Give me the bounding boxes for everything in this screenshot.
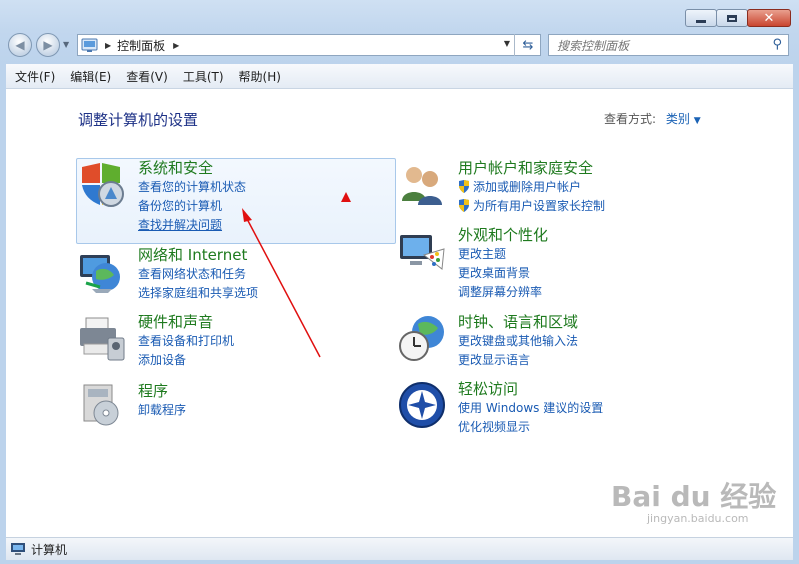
control-panel-content: 调整计算机的设置 查看方式: 类别 ▼ 系统和安全 查看您的计算机状态 备份您的… xyxy=(6,89,793,537)
search-input[interactable] xyxy=(555,36,759,56)
search-box[interactable]: ⚲ xyxy=(548,34,789,56)
back-button[interactable]: ◀ xyxy=(8,33,32,57)
status-bar: 计算机 xyxy=(6,537,793,560)
window-frame: ✕ ◀ ▶ ▼ ▶ 控制面板 ▶ ▼ ⇆ ⚲ 文件(F) 编辑(E) 查看(V) xyxy=(0,0,799,564)
annotation-cursor-marker xyxy=(341,192,351,202)
chevron-down-icon: ▼ xyxy=(63,40,70,49)
refresh-button[interactable]: ⇆ xyxy=(514,34,541,56)
maximize-button[interactable] xyxy=(716,9,748,27)
close-icon: ✕ xyxy=(763,10,775,26)
recent-pages-dropdown[interactable]: ▼ xyxy=(63,40,69,49)
address-dropdown-icon[interactable]: ▼ xyxy=(504,39,510,48)
back-arrow-icon: ◀ xyxy=(15,38,25,52)
maximize-icon xyxy=(727,14,737,22)
breadcrumb-control-panel[interactable]: 控制面板 xyxy=(117,37,165,54)
forward-arrow-icon: ▶ xyxy=(43,38,53,52)
breadcrumb-separator-icon: ▶ xyxy=(105,40,112,50)
menu-bar: 文件(F) 编辑(E) 查看(V) 工具(T) 帮助(H) xyxy=(6,64,793,89)
annotation-arrow-line xyxy=(245,216,321,358)
menu-tools[interactable]: 工具(T) xyxy=(183,68,224,85)
navigation-bar: ◀ ▶ ▼ ▶ 控制面板 ▶ ▼ ⇆ ⚲ xyxy=(0,33,799,59)
refresh-icon: ⇆ xyxy=(522,37,534,53)
menu-edit[interactable]: 编辑(E) xyxy=(70,68,111,85)
address-bar[interactable]: ▶ 控制面板 ▶ ▼ ⇆ xyxy=(77,34,541,56)
status-text: 计算机 xyxy=(31,542,68,557)
search-icon[interactable]: ⚲ xyxy=(772,37,782,52)
minimize-button[interactable] xyxy=(685,9,717,27)
minimize-icon xyxy=(696,19,706,23)
forward-button[interactable]: ▶ xyxy=(36,33,60,57)
breadcrumb-separator-icon[interactable]: ▶ xyxy=(173,41,179,50)
watermark: Bai du 经验 jingyan.baidu.com xyxy=(611,480,777,526)
control-panel-icon xyxy=(81,38,98,52)
menu-view[interactable]: 查看(V) xyxy=(126,68,168,85)
menu-file[interactable]: 文件(F) xyxy=(15,68,55,85)
menu-help[interactable]: 帮助(H) xyxy=(239,68,281,85)
annotation-arrow-head xyxy=(242,208,252,222)
computer-icon xyxy=(11,543,25,555)
close-button[interactable]: ✕ xyxy=(747,9,791,27)
annotation-overlay xyxy=(242,192,351,358)
window-controls: ✕ xyxy=(685,9,791,27)
